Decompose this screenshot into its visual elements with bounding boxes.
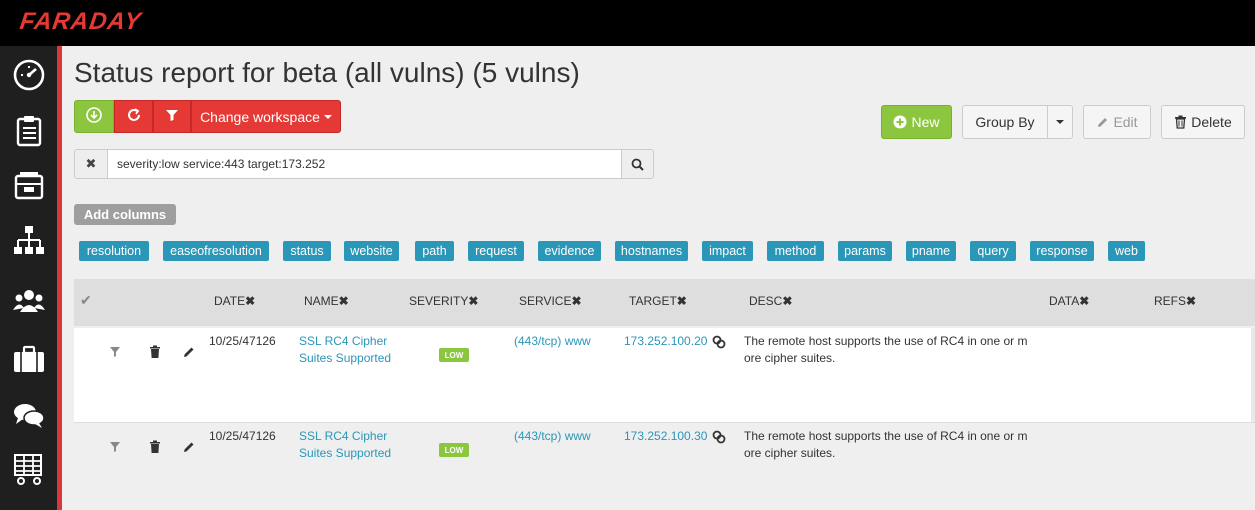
clipboard-icon[interactable] bbox=[10, 111, 48, 149]
row-name-link[interactable]: SSL RC4 Cipher Suites Supported bbox=[299, 333, 391, 367]
header-refs[interactable]: REFS✖ bbox=[1154, 294, 1196, 308]
pencil-icon[interactable] bbox=[182, 440, 196, 454]
remove-column-icon[interactable]: ✖ bbox=[339, 294, 349, 308]
column-tag-request[interactable]: request bbox=[468, 241, 524, 261]
remove-column-icon[interactable]: ✖ bbox=[1186, 294, 1196, 308]
select-all-checkbox[interactable]: ✔ bbox=[80, 292, 92, 309]
link-icon[interactable] bbox=[712, 430, 726, 444]
download-button[interactable] bbox=[74, 100, 114, 133]
search-icon bbox=[631, 158, 644, 171]
row-target-link[interactable]: 173.252.100.20 bbox=[624, 333, 707, 350]
caret-down-icon bbox=[1056, 120, 1064, 124]
filter-icon[interactable] bbox=[108, 345, 122, 359]
download-icon bbox=[86, 107, 102, 126]
close-icon: ✖ bbox=[85, 156, 97, 171]
column-tag-path[interactable]: path bbox=[415, 241, 454, 261]
delete-button[interactable]: Delete bbox=[1161, 105, 1245, 139]
row-date: 10/25/47126 bbox=[209, 334, 276, 348]
row-name-link[interactable]: SSL RC4 Cipher Suites Supported bbox=[299, 428, 391, 462]
column-tag-pname[interactable]: pname bbox=[906, 241, 956, 261]
dashboard-icon[interactable] bbox=[10, 56, 48, 94]
change-workspace-button[interactable]: Change workspace bbox=[191, 100, 341, 133]
column-tag-hostnames[interactable]: hostnames bbox=[615, 241, 688, 261]
delete-label: Delete bbox=[1191, 114, 1232, 130]
brand-logo[interactable]: FARADAY bbox=[18, 8, 143, 36]
remove-column-icon[interactable]: ✖ bbox=[571, 294, 581, 308]
filter-icon bbox=[165, 108, 179, 125]
pencil-icon bbox=[1096, 116, 1109, 129]
top-bar: FARADAY bbox=[0, 0, 1255, 46]
filter-button[interactable] bbox=[153, 100, 191, 133]
search-input[interactable] bbox=[107, 149, 622, 179]
chat-icon[interactable] bbox=[10, 396, 48, 434]
header-severity[interactable]: SEVERITY✖ bbox=[409, 294, 478, 308]
table-header: ✔ DATE✖ NAME✖ SEVERITY✖ SERVICE✖ TARGET✖… bbox=[74, 279, 1255, 326]
caret-down-icon bbox=[323, 114, 332, 119]
edit-label: Edit bbox=[1113, 114, 1138, 130]
report-cart-icon[interactable] bbox=[10, 450, 48, 488]
trash-icon[interactable] bbox=[148, 440, 162, 454]
column-tag-evidence[interactable]: evidence bbox=[538, 241, 601, 261]
clear-search-button[interactable]: ✖ bbox=[74, 149, 108, 179]
users-icon[interactable] bbox=[10, 282, 48, 320]
trash-icon[interactable] bbox=[148, 345, 162, 359]
column-tag-resolution[interactable]: resolution bbox=[79, 241, 149, 261]
briefcase-icon[interactable] bbox=[10, 340, 48, 378]
column-tag-params[interactable]: params bbox=[838, 241, 892, 261]
link-icon[interactable] bbox=[712, 335, 726, 349]
column-tag-query[interactable]: query bbox=[970, 241, 1016, 261]
row-description: The remote host supports the use of RC4 … bbox=[744, 334, 1028, 365]
page-title: Status report for beta (all vulns) (5 vu… bbox=[74, 57, 580, 88]
new-button[interactable]: New bbox=[881, 105, 952, 139]
trash-icon bbox=[1174, 115, 1187, 129]
row-service-link[interactable]: (443/tcp) www bbox=[514, 428, 591, 445]
remove-column-icon[interactable]: ✖ bbox=[677, 294, 687, 308]
row-target-link[interactable]: 173.252.100.30 bbox=[624, 428, 707, 445]
remove-column-icon[interactable]: ✖ bbox=[468, 294, 478, 308]
column-tag-easeofresolution[interactable]: easeofresolution bbox=[163, 241, 269, 261]
pencil-icon[interactable] bbox=[182, 345, 196, 359]
column-tag-impact[interactable]: impact bbox=[702, 241, 753, 261]
search-button[interactable] bbox=[621, 149, 654, 179]
add-columns-button[interactable]: Add columns bbox=[74, 204, 176, 225]
column-tag-method[interactable]: method bbox=[767, 241, 824, 261]
sidebar bbox=[0, 46, 62, 510]
row-description: The remote host supports the use of RC4 … bbox=[744, 429, 1028, 460]
column-tag-web[interactable]: web bbox=[1108, 241, 1145, 261]
row-service-link[interactable]: (443/tcp) www bbox=[514, 333, 591, 350]
refresh-button[interactable] bbox=[114, 100, 153, 133]
main-content: Status report for beta (all vulns) (5 vu… bbox=[62, 46, 1255, 510]
column-tag-response[interactable]: response bbox=[1030, 241, 1094, 261]
severity-badge: LOW bbox=[439, 348, 469, 362]
header-service[interactable]: SERVICE✖ bbox=[519, 294, 582, 308]
inbox-icon[interactable] bbox=[10, 166, 48, 204]
change-workspace-label: Change workspace bbox=[200, 108, 320, 125]
filter-icon[interactable] bbox=[108, 440, 122, 454]
table-row[interactable]: 10/25/47126 SSL RC4 Cipher Suites Support… bbox=[74, 328, 1255, 422]
column-tag-status[interactable]: status bbox=[283, 241, 331, 261]
edit-button[interactable]: Edit bbox=[1083, 105, 1151, 139]
remove-column-icon[interactable]: ✖ bbox=[782, 294, 792, 308]
header-target[interactable]: TARGET✖ bbox=[629, 294, 687, 308]
remove-column-icon[interactable]: ✖ bbox=[245, 294, 255, 308]
header-desc[interactable]: DESC✖ bbox=[749, 294, 792, 308]
table-row[interactable]: 10/25/47126 SSL RC4 Cipher Suites Support… bbox=[74, 422, 1255, 510]
column-tag-website[interactable]: website bbox=[344, 241, 399, 261]
group-by-label: Group By bbox=[975, 114, 1035, 130]
new-label: New bbox=[911, 114, 940, 130]
header-date[interactable]: DATE✖ bbox=[214, 294, 255, 308]
group-by-dropdown-toggle[interactable] bbox=[1047, 105, 1073, 139]
group-by-button[interactable]: Group By bbox=[962, 105, 1048, 139]
refresh-icon bbox=[126, 107, 142, 126]
header-name[interactable]: NAME✖ bbox=[304, 294, 349, 308]
plus-circle-icon bbox=[893, 115, 907, 129]
row-date: 10/25/47126 bbox=[209, 429, 276, 443]
hierarchy-icon[interactable] bbox=[10, 221, 48, 259]
header-data[interactable]: DATA✖ bbox=[1049, 294, 1089, 308]
severity-badge: LOW bbox=[439, 443, 469, 457]
remove-column-icon[interactable]: ✖ bbox=[1079, 294, 1089, 308]
